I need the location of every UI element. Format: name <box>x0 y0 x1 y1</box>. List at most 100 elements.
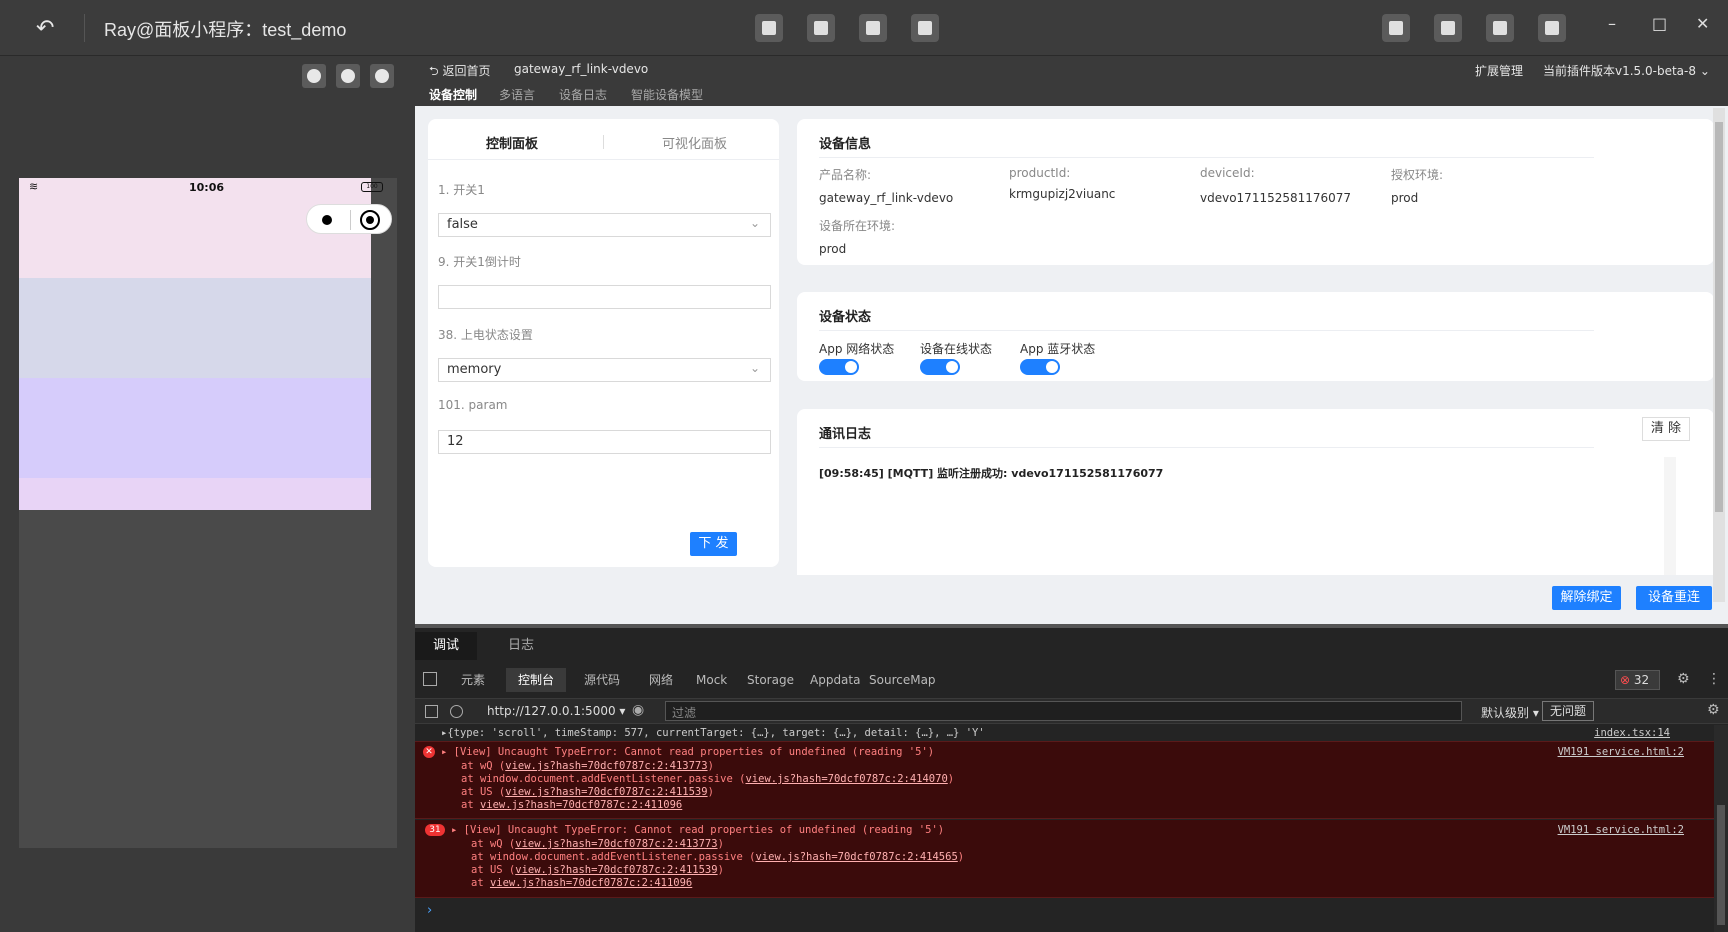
phone-screen[interactable]: ≋ 10:06 100 <box>19 178 392 510</box>
tab-smart-model[interactable]: 智能设备模型 <box>631 86 703 103</box>
source-link[interactable]: VM191 service.html:2 <box>1558 824 1684 836</box>
log-line[interactable]: ▸{type: 'scroll', timeStamp: 577, curren… <box>441 727 985 739</box>
scrollbar-thumb[interactable] <box>1715 122 1723 512</box>
divider <box>819 330 1594 331</box>
tab-console[interactable]: 控制台 <box>506 668 567 692</box>
stack-frame: at window.document.addEventListener.pass… <box>471 851 964 863</box>
tab-debug[interactable]: 调试 <box>415 632 478 660</box>
gear-icon[interactable]: ⚙ <box>1677 671 1690 687</box>
tab-storage[interactable]: Storage <box>735 668 806 692</box>
stack-link[interactable]: view.js?hash=70dcf0787c:2:414565 <box>755 851 957 863</box>
ext-manage-link[interactable]: 扩展管理 <box>1475 62 1523 79</box>
refresh-icon[interactable] <box>302 64 326 88</box>
filter-input[interactable]: 过滤 <box>665 701 1462 721</box>
eye-icon[interactable]: ◉ <box>632 702 644 718</box>
stack-link[interactable]: view.js?hash=70dcf0787c:2:413773 <box>515 838 717 850</box>
power-on-state-select[interactable]: memory ⌄ <box>438 358 771 382</box>
status-label: App 蓝牙状态 <box>1020 342 1096 356</box>
console-toolbar: http://127.0.0.1:5000 ▾ ◉ 过滤 默认级别 ▾ 无问题 … <box>415 698 1728 724</box>
menu-icon[interactable] <box>1486 14 1514 42</box>
stack-link[interactable]: view.js?hash=70dcf0787c:2:411539 <box>515 864 717 876</box>
tab-divider <box>603 135 604 149</box>
stack-link[interactable]: view.js?hash=70dcf0787c:2:411096 <box>490 877 692 889</box>
switch1-select[interactable]: false ⌄ <box>438 213 771 237</box>
close-target-icon[interactable] <box>360 210 380 230</box>
error-count-badge[interactable]: ⊗ 32 <box>1615 670 1660 690</box>
upload-icon[interactable] <box>1434 14 1462 42</box>
field-label: 101. param <box>438 398 508 412</box>
close-button[interactable]: ✕ <box>1696 14 1709 33</box>
tab-mock[interactable]: Mock <box>684 668 739 692</box>
app-network-toggle[interactable] <box>819 359 859 375</box>
context-select[interactable]: http://127.0.0.1:5000 ▾ <box>487 704 625 718</box>
stack-text: ) <box>717 838 724 850</box>
device-online-toggle[interactable] <box>920 359 960 375</box>
console-settings-icon[interactable]: ⚙ <box>1707 702 1720 718</box>
label: 产品名称: <box>819 168 872 182</box>
control-panel-card: 控制面板 可视化面板 1. 开关1 false ⌄ 9. 开关1倒计时 38. 上… <box>428 119 779 567</box>
unbind-button[interactable]: 解除绑定 <box>1552 586 1621 610</box>
capsule-divider <box>350 210 351 230</box>
tab-log[interactable]: 日志 <box>490 632 552 660</box>
log-scrollbar[interactable] <box>1664 457 1676 575</box>
issues-button[interactable]: 无问题 <box>1542 701 1594 721</box>
plugin-icon[interactable] <box>911 14 939 42</box>
source-link[interactable]: VM191 service.html:2 <box>1558 746 1684 758</box>
back-arrow-icon[interactable]: ↶ <box>36 16 64 41</box>
back-home-link[interactable]: ⮌ 返回首页 <box>429 62 490 83</box>
minimize-button[interactable]: – <box>1608 14 1616 33</box>
tab-network[interactable]: 网络 <box>637 668 685 692</box>
send-button[interactable]: 下 发 <box>690 532 737 556</box>
monitor-icon[interactable] <box>1382 14 1410 42</box>
tab-elements[interactable]: 元素 <box>449 668 497 692</box>
tab-sourcemap[interactable]: SourceMap <box>857 668 948 692</box>
tab-device-log[interactable]: 设备日志 <box>559 86 607 103</box>
devtools-panel: 调试 日志 元素 控制台 源代码 网络 Mock Storage Appdata… <box>415 624 1728 932</box>
inspect-icon[interactable] <box>423 672 437 686</box>
section-title: 设备状态 <box>819 310 872 325</box>
stack-link[interactable]: view.js?hash=70dcf0787c:2:411539 <box>505 786 707 798</box>
grid-icon[interactable] <box>370 64 394 88</box>
console-scrollbar[interactable] <box>1714 725 1728 932</box>
user-icon[interactable] <box>1538 14 1566 42</box>
battery-icon: 100 <box>361 182 383 192</box>
tab-visual-panel[interactable]: 可视化面板 <box>662 133 727 152</box>
tab-i18n[interactable]: 多语言 <box>499 86 535 103</box>
workspace: ⮌ 返回首页 gateway_rf_link-vdevo 扩展管理 当前插件版本… <box>415 56 1728 624</box>
debug-bug-icon[interactable] <box>807 14 835 42</box>
stack-link[interactable]: view.js?hash=70dcf0787c:2:413773 <box>505 760 707 772</box>
sidebar-toggle-icon[interactable] <box>425 705 438 718</box>
tab-sources[interactable]: 源代码 <box>572 668 632 692</box>
error-message[interactable]: ▸ [View] Uncaught TypeError: Cannot read… <box>451 824 944 836</box>
more-vertical-icon[interactable]: ⋮ <box>1707 671 1721 687</box>
divider <box>819 447 1594 448</box>
compile-icon[interactable] <box>755 14 783 42</box>
source-link[interactable]: index.tsx:14 <box>1594 727 1670 739</box>
label: productId: <box>1009 166 1071 180</box>
stack-link[interactable]: view.js?hash=70dcf0787c:2:414070 <box>745 773 947 785</box>
param-input[interactable]: 12 <box>438 430 771 454</box>
error-message[interactable]: ▸ [View] Uncaught TypeError: Cannot read… <box>441 746 934 758</box>
account-icon[interactable] <box>336 64 360 88</box>
status-time: 10:06 <box>189 181 225 194</box>
clear-console-icon[interactable] <box>450 705 463 718</box>
plugin-version-select[interactable]: 当前插件版本v1.5.0-beta-8 ⌄ <box>1543 62 1710 79</box>
tab-control-panel[interactable]: 控制面板 <box>486 133 538 152</box>
miniprogram-capsule[interactable] <box>306 204 392 234</box>
app-bluetooth-toggle[interactable] <box>1020 359 1060 375</box>
reconnect-button[interactable]: 设备重连 <box>1636 586 1712 610</box>
console-prompt[interactable]: › <box>427 903 432 918</box>
maximize-button[interactable]: □ <box>1652 14 1667 33</box>
more-dot-icon[interactable] <box>322 215 332 225</box>
label: 授权环境: <box>1391 168 1444 182</box>
preview-device-icon[interactable] <box>859 14 887 42</box>
clear-button[interactable]: 清 除 <box>1642 417 1690 441</box>
tab-device-control[interactable]: 设备控制 <box>429 86 477 103</box>
workspace-scrollbar[interactable] <box>1713 108 1725 602</box>
chevron-down-icon: ⌄ <box>749 361 760 375</box>
stack-link[interactable]: view.js?hash=70dcf0787c:2:411096 <box>480 799 682 811</box>
scrollbar-thumb[interactable] <box>1717 805 1725 925</box>
field-label: 9. 开关1倒计时 <box>438 255 521 269</box>
log-level-select[interactable]: 默认级别 ▾ <box>1481 704 1539 721</box>
countdown-input[interactable] <box>438 285 771 309</box>
